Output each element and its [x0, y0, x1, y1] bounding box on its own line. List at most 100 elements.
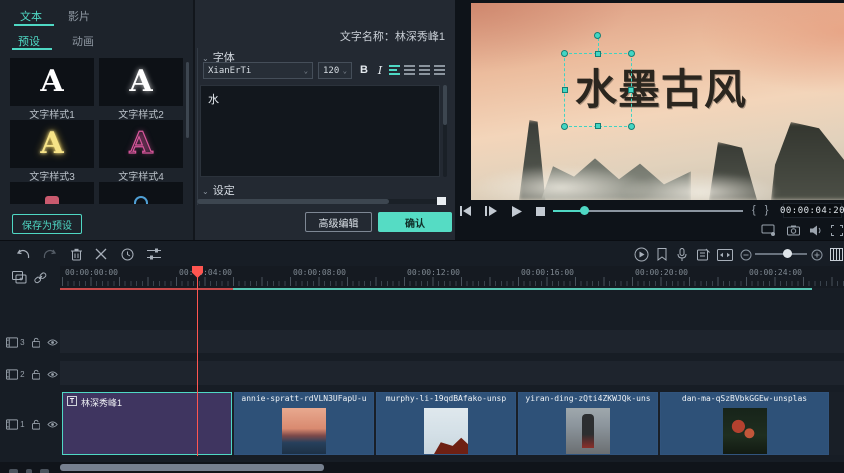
eye-visibility-icon[interactable] [47, 370, 58, 379]
align-left-button[interactable] [389, 64, 402, 76]
undo-icon[interactable] [16, 247, 30, 261]
hscrollbar-thumb[interactable] [197, 199, 389, 204]
text-name-label: 文字名称：林深秀峰1 [339, 31, 445, 43]
selection-handle[interactable] [595, 51, 601, 57]
clip-filename: annie-spratt-rdVLN3UFapU-u [241, 394, 367, 403]
image-clip[interactable]: dan-ma-qSzBVbkGGEw-unsplas [660, 392, 829, 455]
redo-icon[interactable] [42, 247, 56, 261]
track-2-lane[interactable] [60, 361, 844, 385]
settings-section-header[interactable]: ⌄ 设定 [202, 182, 235, 198]
cutoff-track-header [9, 469, 49, 473]
previous-frame-button[interactable] [459, 205, 473, 217]
volume-icon[interactable] [809, 224, 823, 236]
text-style-4-preview: A [129, 126, 153, 161]
subtab-animation[interactable]: 动画 [72, 33, 94, 49]
adjust-sliders-icon[interactable] [146, 247, 161, 261]
selection-handle[interactable] [628, 123, 635, 130]
play-button[interactable] [509, 205, 523, 217]
lock-icon[interactable] [31, 419, 40, 430]
styles-scrollbar[interactable] [186, 62, 189, 138]
display-settings-icon[interactable] [760, 224, 776, 236]
eye-visibility-icon[interactable] [47, 420, 58, 429]
selection-handle[interactable] [595, 123, 601, 129]
selection-handle[interactable] [628, 87, 634, 93]
tab-text[interactable]: 文本 [20, 8, 42, 24]
rotation-handle[interactable] [594, 32, 601, 39]
fit-timeline-icon[interactable] [829, 247, 843, 262]
eye-visibility-icon[interactable] [47, 338, 58, 347]
advanced-edit-button[interactable]: 高级编辑 [305, 212, 372, 232]
selection-handle[interactable] [561, 50, 568, 57]
clip-thumbnail [722, 408, 767, 454]
manage-tracks-icon[interactable] [11, 270, 27, 284]
fullscreen-icon[interactable] [830, 224, 843, 236]
stop-button[interactable] [535, 206, 545, 216]
panel-divider [193, 0, 195, 240]
text-content-input[interactable]: 水 [200, 85, 440, 177]
font-family-select[interactable]: XianErTi ⌄ [203, 62, 313, 79]
text-style-1-card[interactable]: A [10, 58, 94, 106]
ruler-tick-label: 00:00:04:00 [179, 268, 232, 277]
timeline-hscroll-thumb[interactable] [60, 464, 324, 471]
mark-in-out-brackets[interactable]: { } [752, 204, 771, 216]
timeline-zoom-slider-handle[interactable] [783, 249, 792, 258]
bold-button[interactable]: B [357, 62, 371, 78]
align-right-button[interactable] [419, 64, 432, 76]
title-clip[interactable]: T 林深秀峰1 [62, 392, 232, 455]
split-scissors-icon[interactable] [94, 247, 108, 261]
video-viewport[interactable]: 水墨古风 [471, 3, 844, 200]
delete-trash-icon[interactable] [70, 247, 83, 261]
align-center-button[interactable] [404, 64, 417, 76]
text-style-5-card[interactable] [10, 182, 94, 204]
ruler-tick-label: 00:00:24:00 [749, 268, 802, 277]
text-style-2-card[interactable]: A [99, 58, 183, 106]
playhead-line [197, 266, 198, 456]
selection-handle[interactable] [561, 123, 568, 130]
save-as-preset-button[interactable]: 保存为预设 [12, 214, 82, 234]
text-style-1-label: 文字样式1 [29, 110, 75, 121]
ruler-tick-label: 00:00:08:00 [293, 268, 346, 277]
text-style-6-card[interactable] [99, 182, 183, 204]
speed-clock-icon[interactable] [120, 247, 134, 261]
image-clip[interactable]: annie-spratt-rdVLN3UFapU-u [234, 392, 374, 455]
text-style-4-card[interactable]: A [99, 120, 183, 168]
font-size-select[interactable]: 120 ⌄ [318, 62, 352, 79]
audio-mixer-icon[interactable] [696, 247, 710, 262]
editor-scrollbar[interactable] [443, 85, 447, 125]
marker-flag-icon[interactable] [656, 247, 668, 262]
track-3-lane[interactable] [60, 330, 844, 353]
confirm-button[interactable]: 确认 [378, 212, 452, 232]
ink-mountain [771, 122, 844, 200]
next-frame-button[interactable] [484, 205, 498, 217]
timeline-zoom-slider-track[interactable] [755, 253, 807, 255]
zoom-in-icon[interactable] [810, 248, 823, 261]
selection-handle[interactable] [628, 50, 635, 57]
lock-icon[interactable] [31, 369, 40, 380]
lock-icon[interactable] [31, 337, 40, 348]
track-number: 2 [20, 369, 25, 379]
render-preview-icon[interactable] [633, 247, 649, 262]
text-style-3-card[interactable]: A [10, 120, 94, 168]
timeline-ruler[interactable]: 00:00:00:00 00:00:04:00 00:00:08:00 00:0… [60, 266, 844, 288]
text-style-4-label: 文字样式4 [118, 172, 164, 183]
text-selection-box[interactable] [561, 32, 635, 130]
voiceover-mic-icon[interactable] [676, 247, 688, 262]
snapshot-camera-icon[interactable] [786, 224, 800, 236]
link-snap-icon[interactable] [33, 271, 47, 284]
track-size-icon[interactable] [716, 248, 733, 261]
subtab-presets[interactable]: 预设 [18, 33, 40, 49]
image-clip[interactable]: murphy-li-19qdBAfako-unsp [376, 392, 516, 455]
align-justify-button[interactable] [434, 64, 447, 76]
video-track-icon [6, 336, 19, 348]
zoom-out-icon[interactable] [739, 248, 752, 261]
mist [621, 172, 781, 200]
seek-bar-handle[interactable] [580, 206, 589, 215]
resize-handle[interactable] [437, 197, 446, 205]
track-1-header: 1 [6, 417, 58, 431]
selection-handle[interactable] [562, 87, 568, 93]
italic-button[interactable]: I [373, 62, 387, 78]
clip-filename: murphy-li-19qdBAfako-unsp [385, 394, 507, 403]
image-clip[interactable]: yiran-ding-zQti4ZKWJQk-uns [518, 392, 658, 455]
track-3-header: 3 [6, 335, 58, 349]
tab-video[interactable]: 影片 [68, 8, 90, 24]
